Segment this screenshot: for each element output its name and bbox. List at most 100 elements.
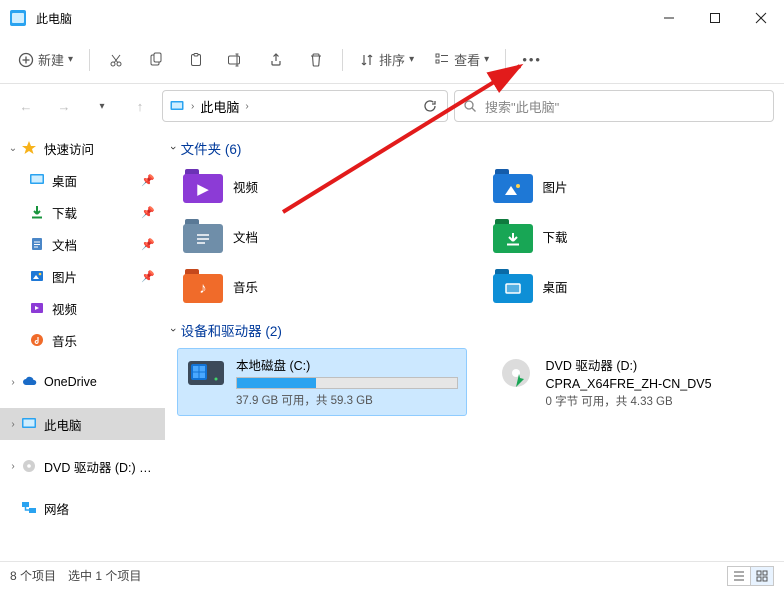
drive-d[interactable]: DVD 驱动器 (D:) CPRA_X64FRE_ZH-CN_DV5 0 字节 …: [487, 348, 777, 416]
monitor-icon: [10, 10, 26, 26]
disk-icon: [186, 355, 226, 391]
cut-button[interactable]: [96, 42, 136, 78]
sidebar-quick-access[interactable]: ⌄ 快速访问: [0, 132, 165, 164]
rename-icon: [227, 52, 245, 68]
folder-videos[interactable]: ▶ 视频: [177, 166, 467, 206]
chevron-down-icon: ▾: [484, 54, 489, 65]
view-label: 查看: [454, 50, 480, 69]
toolbar: 新建 ▾ 排序 ▾ 查看 ▾ •••: [0, 36, 784, 84]
star-icon: [20, 140, 38, 156]
chevron-down-icon: ⌄: [6, 143, 20, 154]
view-button[interactable]: 查看 ▾: [424, 42, 499, 78]
monitor-icon: [169, 98, 185, 114]
folder-desktop-icon: [493, 269, 533, 303]
status-count: 8 个项目: [10, 567, 56, 584]
scissors-icon: [108, 52, 124, 68]
chevron-right-icon: ›: [245, 101, 248, 112]
chevron-down-icon: ▾: [68, 54, 73, 65]
monitor-icon: [20, 417, 38, 431]
recent-button[interactable]: ▾: [86, 90, 118, 122]
more-button[interactable]: •••: [512, 42, 552, 78]
dvd-drive-icon: [496, 355, 536, 391]
drive-c-capacity-bar: [236, 377, 458, 389]
folder-music[interactable]: ♪ 音乐: [177, 266, 467, 306]
copy-button[interactable]: [136, 42, 176, 78]
view-icon: [434, 52, 450, 68]
sidebar-documents[interactable]: 文档 📌: [0, 228, 165, 260]
up-button[interactable]: ↑: [124, 90, 156, 122]
folder-music-icon: ♪: [183, 269, 223, 303]
document-icon: [28, 237, 46, 251]
ellipsis-icon: •••: [522, 52, 542, 67]
sort-button[interactable]: 排序 ▾: [349, 42, 424, 78]
forward-button[interactable]: →: [48, 90, 80, 122]
sidebar-onedrive[interactable]: › OneDrive: [0, 366, 165, 398]
back-button[interactable]: ←: [10, 90, 42, 122]
navigation-row: ← → ▾ ↑ › 此电脑 › 搜索"此电脑": [0, 84, 784, 128]
video-icon: [28, 301, 46, 315]
drive-c[interactable]: 本地磁盘 (C:) 37.9 GB 可用，共 59.3 GB: [177, 348, 467, 416]
network-icon: [20, 501, 38, 515]
sidebar-music[interactable]: 音乐: [0, 324, 165, 356]
delete-button[interactable]: [296, 42, 336, 78]
disc-icon: [20, 459, 38, 473]
chevron-right-icon: ›: [6, 419, 20, 430]
share-icon: [268, 52, 284, 68]
chevron-down-icon: ›: [167, 146, 179, 150]
section-drives[interactable]: › 设备和驱动器 (2): [171, 320, 776, 340]
search-box[interactable]: 搜索"此电脑": [454, 90, 774, 122]
drive-c-name: 本地磁盘 (C:): [236, 355, 458, 374]
drive-c-meta: 37.9 GB 可用，共 59.3 GB: [236, 392, 458, 408]
refresh-button[interactable]: [419, 99, 441, 113]
sidebar-this-pc[interactable]: › 此电脑: [0, 408, 165, 440]
maximize-button[interactable]: [692, 2, 738, 34]
paste-button[interactable]: [176, 42, 216, 78]
folder-video-icon: ▶: [183, 169, 223, 203]
monitor-icon: [28, 173, 46, 187]
chevron-right-icon: ›: [6, 377, 20, 388]
status-bar: 8 个项目 选中 1 个项目: [0, 561, 784, 589]
breadcrumb-root[interactable]: 此电脑: [200, 97, 239, 116]
drive-d-meta: 0 字节 可用，共 4.33 GB: [546, 393, 768, 409]
address-bar[interactable]: › 此电脑 ›: [162, 90, 448, 122]
search-placeholder: 搜索"此电脑": [485, 97, 559, 116]
folder-pictures[interactable]: 图片: [487, 166, 777, 206]
folder-pictures-icon: [493, 169, 533, 203]
folder-downloads-icon: [493, 219, 533, 253]
icons-view-button[interactable]: [750, 566, 774, 586]
sidebar-desktop[interactable]: 桌面 📌: [0, 164, 165, 196]
sort-label: 排序: [379, 50, 405, 69]
new-button[interactable]: 新建 ▾: [8, 42, 83, 78]
close-button[interactable]: [738, 2, 784, 34]
clipboard-icon: [188, 52, 204, 68]
folder-documents[interactable]: 文档: [177, 216, 467, 256]
sort-icon: [359, 52, 375, 68]
copy-icon: [148, 52, 164, 68]
folder-downloads[interactable]: 下载: [487, 216, 777, 256]
folder-desktop[interactable]: 桌面: [487, 266, 777, 306]
chevron-down-icon: ›: [167, 328, 179, 332]
section-folders[interactable]: › 文件夹 (6): [171, 138, 776, 158]
rename-button[interactable]: [216, 42, 256, 78]
pin-icon: 📌: [141, 174, 155, 187]
details-view-button[interactable]: [727, 566, 751, 586]
sidebar-network[interactable]: › 网络: [0, 492, 165, 524]
sidebar-pictures[interactable]: 图片 📌: [0, 260, 165, 292]
image-icon: [28, 269, 46, 283]
share-button[interactable]: [256, 42, 296, 78]
pin-icon: 📌: [141, 270, 155, 283]
title-bar: 此电脑: [0, 0, 784, 36]
plus-circle-icon: [18, 52, 34, 68]
sidebar: ⌄ 快速访问 桌面 📌 下载 📌 文档 📌 图片 📌 视: [0, 128, 165, 561]
pin-icon: 📌: [141, 206, 155, 219]
sidebar-downloads[interactable]: 下载 📌: [0, 196, 165, 228]
sidebar-videos[interactable]: 视频: [0, 292, 165, 324]
cloud-icon: [20, 376, 38, 388]
status-selected: 选中 1 个项目: [68, 567, 141, 584]
trash-icon: [308, 52, 324, 68]
minimize-button[interactable]: [646, 2, 692, 34]
new-label: 新建: [38, 50, 64, 69]
chevron-right-icon: ›: [191, 101, 194, 112]
pin-icon: 📌: [141, 238, 155, 251]
sidebar-dvd[interactable]: › DVD 驱动器 (D:) CPRA_X64FRE_ZH-CN_DV5: [0, 450, 165, 482]
